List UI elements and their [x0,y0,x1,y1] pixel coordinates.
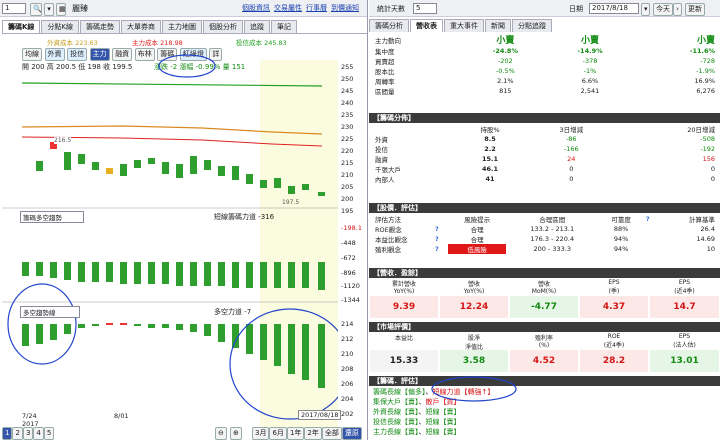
calendar-icon[interactable]: ▾ [641,3,650,16]
tab-events[interactable]: 重大事件 [444,19,484,32]
date-label-2: 8/01 [114,412,129,420]
date-label-1: 7/24 [22,412,37,420]
help-icon[interactable]: ? [433,224,448,234]
main-force-table: 主力動向 小賣 小賣 小賣 集中度 -24.8% -14.9% -11.6% 買賣超 -202… [375,36,715,96]
right-tabs: 籌碼分析 營收表 重大事件 新聞 分點追蹤 [369,19,720,32]
tab-chip-kline[interactable]: 籌碼K線 [2,20,41,33]
chip-eval-list: 籌碼長線【偏多】、短線力道【轉強↑】 集保大戶【賣】、散戶【買】 外資長線【賣】… [373,388,495,436]
dist-table: 持股% 3日增減 20日增減 外資 8.5 -86 -508 投信 2.2 -166 -192 … [375,126,715,184]
indicator2-axis: 214 212 210 208 206 204 202 [341,320,354,418]
tab-track[interactable]: 追蹤 [244,20,271,33]
revenue-header: 【營收．盈餘】 [369,268,720,278]
chart-area: 外資成本 223.63 主力成本 218.98 投信成本 245.83 均線 外… [2,33,367,434]
tab-news[interactable]: 新聞 [485,19,511,32]
dist-header: 【籌碼分佈】 [369,113,720,123]
link-price-alert[interactable]: 到價通知 [331,4,359,12]
period-3m[interactable]: 3月 [252,427,270,440]
link-stock-info[interactable]: 個股資訊 [242,4,270,12]
tab-revenue[interactable]: 營收表 [410,19,443,32]
tab-large-broker[interactable]: 大單券商 [121,20,162,33]
trust-cost-line [21,82,323,87]
annotation-circle-chip [431,376,517,402]
next-icon[interactable]: › [673,3,682,16]
help-icon[interactable]: ? [433,234,448,244]
high-price-label: 216.5 [54,137,72,144]
page-1[interactable]: 1 [2,427,13,440]
chart-bottom-bar: 12345 ⊖ ⊕ 3月 6月 1年 2年 全部 還原 [2,427,367,440]
period-2y[interactable]: 2年 [304,427,322,440]
page-3[interactable]: 3 [22,427,34,440]
market-header: 【市場評價】 [369,322,720,332]
chart-icon[interactable]: ▦ [56,3,66,16]
today-button[interactable]: 今天 [653,3,673,16]
chip-eval-header: 【籌碼．評估】 [369,376,720,386]
date-input[interactable]: 2017/8/18 [589,3,639,14]
revenue-grid: 累計營收 YoY(%) 營收 YoY(%) 營收 MoM(%) EPS (季) … [369,279,720,319]
chip-force-bars [22,262,325,290]
price-candles [36,142,325,196]
price-axis: 255 250 245 240 235 230 225 220 215 210 205 200 195 [341,63,354,215]
trend-bars [22,323,325,388]
refresh-button[interactable]: 更新 [685,3,705,16]
tab-chip-analysis[interactable]: 籌碼分析 [369,19,409,32]
zoom-in-icon[interactable]: ⊕ [230,427,242,440]
indicator2-title: 多空力道 -7 [214,308,252,316]
tab-chip-trend[interactable]: 籌碼走勢 [80,20,121,33]
indicator1-title: 短線籌碼力道 -316 [214,213,275,221]
dropdown-arrow-icon[interactable]: ▾ [44,3,54,16]
search-icon[interactable]: 🔍 [30,3,42,16]
tab-stock-analysis[interactable]: 個股分析 [203,20,244,33]
period-1y[interactable]: 1年 [286,427,305,440]
zoom-out-icon[interactable]: ⊖ [215,427,227,440]
page-4[interactable]: 4 [33,427,44,440]
low-price-label: 197.5 [282,199,300,206]
date-label: 日期 [569,5,583,13]
market-grid: 本益比 股淨 淨值比 殖利率 (%) ROE (近4季) EPS (法人估) 1… [369,333,720,373]
chart-panel: 1 🔍 ▾ ▦ 麗臻 個股資訊 交易屬性 行事曆 到價通知 籌碼K線 分點K線 籌碼走勢大… [0,0,368,440]
annotation-circle-top [158,54,216,78]
period-all[interactable]: 全部 [321,427,342,440]
page-2[interactable]: 2 [12,427,23,440]
link-trade-attr[interactable]: 交易屬性 [274,4,302,12]
stat-days-label: 統計天數 [377,5,405,13]
left-tabs: 籌碼K線 分點K線 籌碼走勢 大單券商 主力地圖 個股分析 追蹤 筆記 [2,20,367,33]
valuation-table: 評估方法 風險提示 合理區間 可靠度? 計算基準 ROE觀念? 合理 133.2 - 213… [375,215,715,254]
link-calendar[interactable]: 行事曆 [306,4,327,12]
indicator1-axis: -198.1 -448 -672 -896 -1120 -1344 [341,224,362,304]
tab-branch-kline[interactable]: 分點K線 [41,20,80,33]
page-5[interactable]: 5 [43,427,55,440]
indicator1-select[interactable]: 籌碼多空趨勢 [20,211,84,223]
period-6m[interactable]: 6月 [269,427,287,440]
analysis-panel: 統計天數 5 日期 2017/8/18 ▾ 今天 › 更新 籌碼分析 營收表 重大事… [369,0,720,440]
tab-main-map[interactable]: 主力地圖 [162,20,203,33]
help-icon[interactable]: ? [433,244,448,254]
valuation-header: 【股價．評估】 [369,203,720,213]
stock-code-input[interactable]: 1 [2,3,26,14]
tab-branch-track[interactable]: 分點追蹤 [512,19,552,32]
tab-notes[interactable]: 筆記 [271,20,298,33]
stock-name: 麗臻 [72,4,88,13]
end-date-label: 2017/08/18 [298,410,342,420]
indicator2-select[interactable]: 多空趨勢線 [20,306,80,318]
stat-days-select[interactable]: 5 [413,3,437,14]
right-toolbar: 統計天數 5 日期 2017/8/18 ▾ 今天 › 更新 [369,0,720,17]
left-toolbar: 1 🔍 ▾ ▦ 麗臻 個股資訊 交易屬性 行事曆 到價通知 [0,0,367,17]
price-chart [2,54,338,420]
risk-badge: 低風險 [448,244,507,254]
restore-button[interactable]: 還原 [341,427,362,440]
foreign-cost-line [21,125,323,135]
